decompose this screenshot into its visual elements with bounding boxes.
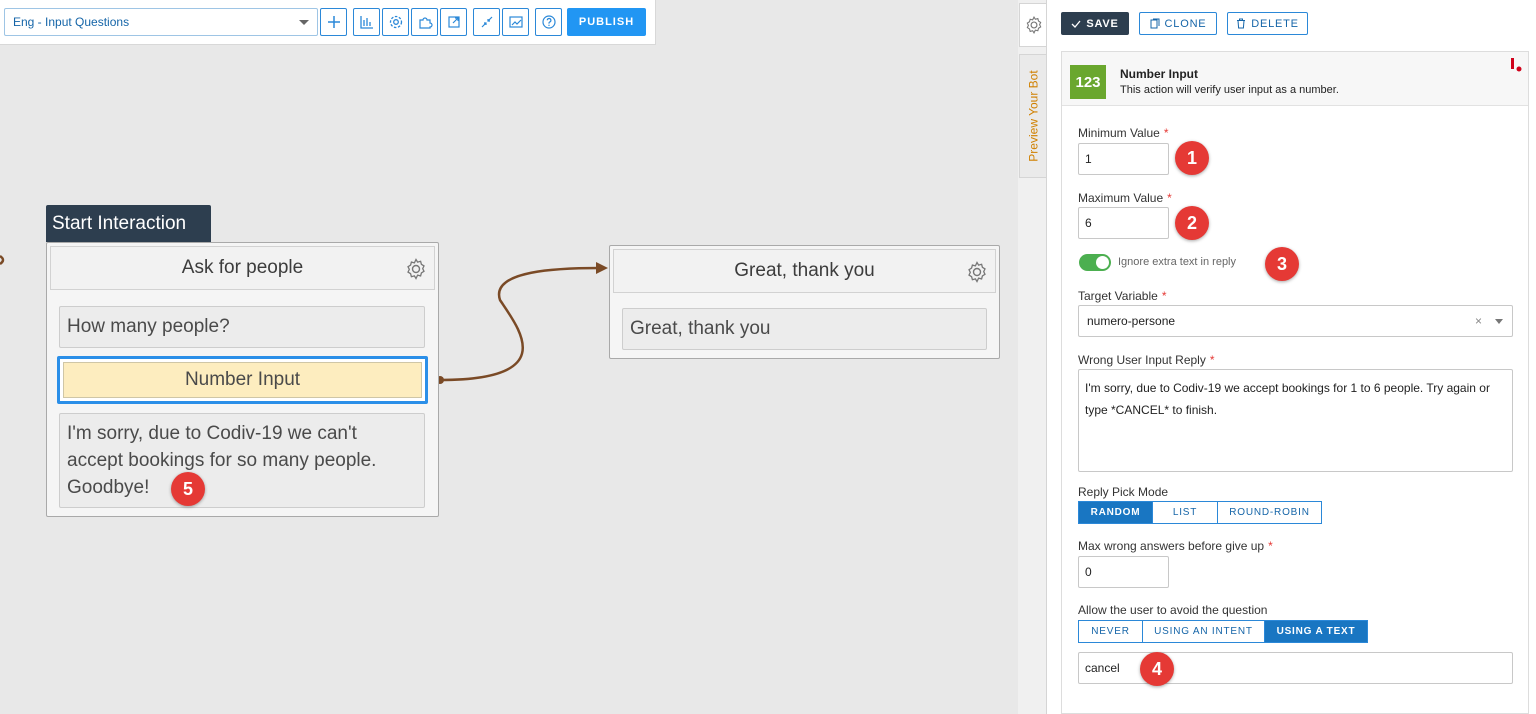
preview-bot-tab[interactable]: Preview Your Bot — [1019, 54, 1047, 178]
max-value-label-text: Maximum Value — [1078, 191, 1164, 205]
annotation-badge-1: 1 — [1175, 141, 1209, 175]
avoid-using-intent[interactable]: USING AN INTENT — [1142, 620, 1265, 643]
max-value-input[interactable]: 6 — [1078, 207, 1169, 239]
target-variable-label: Target Variable * — [1078, 289, 1167, 303]
ignore-extra-text-toggle[interactable] — [1079, 254, 1111, 271]
action-title: Number Input — [1120, 67, 1198, 81]
delete-label: DELETE — [1251, 17, 1299, 30]
connector-arrow-icon — [596, 262, 608, 274]
fallback-message[interactable]: I'm sorry, due to Codiv-19 we can't acce… — [59, 413, 425, 508]
start-interaction-tag: Start Interaction — [46, 205, 211, 242]
avoid-question-group: NEVER USING AN INTENT USING A TEXT — [1078, 620, 1368, 643]
save-label: SAVE — [1086, 17, 1119, 30]
target-variable-label-text: Target Variable — [1078, 289, 1158, 303]
wrong-reply-label-text: Wrong User Input Reply — [1078, 353, 1206, 367]
copy-icon — [1150, 18, 1160, 29]
clear-icon[interactable]: × — [1475, 306, 1482, 336]
min-value-label-text: Minimum Value — [1078, 126, 1160, 140]
question-message[interactable]: How many people? — [59, 306, 425, 348]
pick-mode-list[interactable]: LIST — [1152, 501, 1218, 524]
clone-label: CLONE — [1164, 17, 1207, 30]
annotation-badge-2: 2 — [1175, 206, 1209, 240]
action-header: 123 Number Input This action will verify… — [1062, 52, 1528, 106]
node-great-thank-you[interactable]: Great, thank you Great, thank you — [609, 245, 1000, 359]
pick-mode-round-robin[interactable]: ROUND-ROBIN — [1217, 501, 1322, 524]
number-input-item-frame[interactable]: Number Input — [57, 356, 428, 404]
avoid-question-label: Allow the user to avoid the question — [1078, 603, 1268, 617]
number-input-item[interactable]: Number Input — [63, 362, 422, 398]
bookmark-icon[interactable] — [1510, 58, 1522, 72]
node-header: Great, thank you — [613, 249, 996, 293]
gear-icon[interactable] — [404, 257, 428, 281]
action-description: This action will verify user input as a … — [1120, 84, 1339, 96]
reply-pick-mode-group: RANDOM LIST ROUND-ROBIN — [1078, 501, 1322, 524]
target-variable-value: numero-persone — [1087, 314, 1176, 328]
annotation-badge-5: 5 — [171, 472, 205, 506]
avoid-using-text[interactable]: USING A TEXT — [1264, 620, 1368, 643]
node-header: Ask for people — [50, 246, 435, 290]
annotation-badge-4: 4 — [1140, 652, 1174, 686]
ignore-extra-text-label: Ignore extra text in reply — [1118, 256, 1237, 268]
trash-icon — [1237, 18, 1246, 29]
max-wrong-input[interactable]: 0 — [1078, 556, 1169, 588]
reply-pick-mode-label: Reply Pick Mode — [1078, 485, 1169, 499]
annotation-badge-3: 3 — [1265, 247, 1299, 281]
number-input-icon: 123 — [1070, 65, 1106, 99]
preview-tab-label: Preview Your Bot — [1026, 70, 1041, 162]
save-button[interactable]: SAVE — [1061, 12, 1129, 35]
max-wrong-label: Max wrong answers before give up * — [1078, 539, 1273, 553]
check-icon — [1071, 20, 1081, 28]
node-title: Great, thank you — [734, 260, 875, 281]
incoming-connector — [0, 254, 5, 266]
pick-mode-random[interactable]: RANDOM — [1078, 501, 1153, 524]
clone-button[interactable]: CLONE — [1139, 12, 1217, 35]
max-value-label: Maximum Value * — [1078, 191, 1172, 205]
min-value-label: Minimum Value * — [1078, 126, 1169, 140]
chevron-down-icon[interactable] — [1495, 319, 1503, 324]
wrong-reply-textarea[interactable]: I'm sorry, due to Codiv-19 we accept boo… — [1078, 369, 1513, 472]
flow-connector — [439, 266, 601, 382]
wrong-reply-label: Wrong User Input Reply * — [1078, 353, 1215, 367]
thank-you-message[interactable]: Great, thank you — [622, 308, 987, 350]
node-ask-for-people[interactable]: Ask for people How many people? Number I… — [46, 242, 439, 517]
delete-button[interactable]: DELETE — [1227, 12, 1308, 35]
gear-icon[interactable] — [965, 260, 989, 284]
avoid-never[interactable]: NEVER — [1078, 620, 1143, 643]
min-value-input[interactable]: 1 — [1078, 143, 1169, 175]
gear-icon — [1026, 15, 1041, 35]
settings-tab[interactable] — [1019, 3, 1047, 47]
max-wrong-label-text: Max wrong answers before give up — [1078, 539, 1265, 553]
node-title: Ask for people — [181, 257, 304, 278]
target-variable-select[interactable]: numero-persone × — [1078, 305, 1513, 337]
